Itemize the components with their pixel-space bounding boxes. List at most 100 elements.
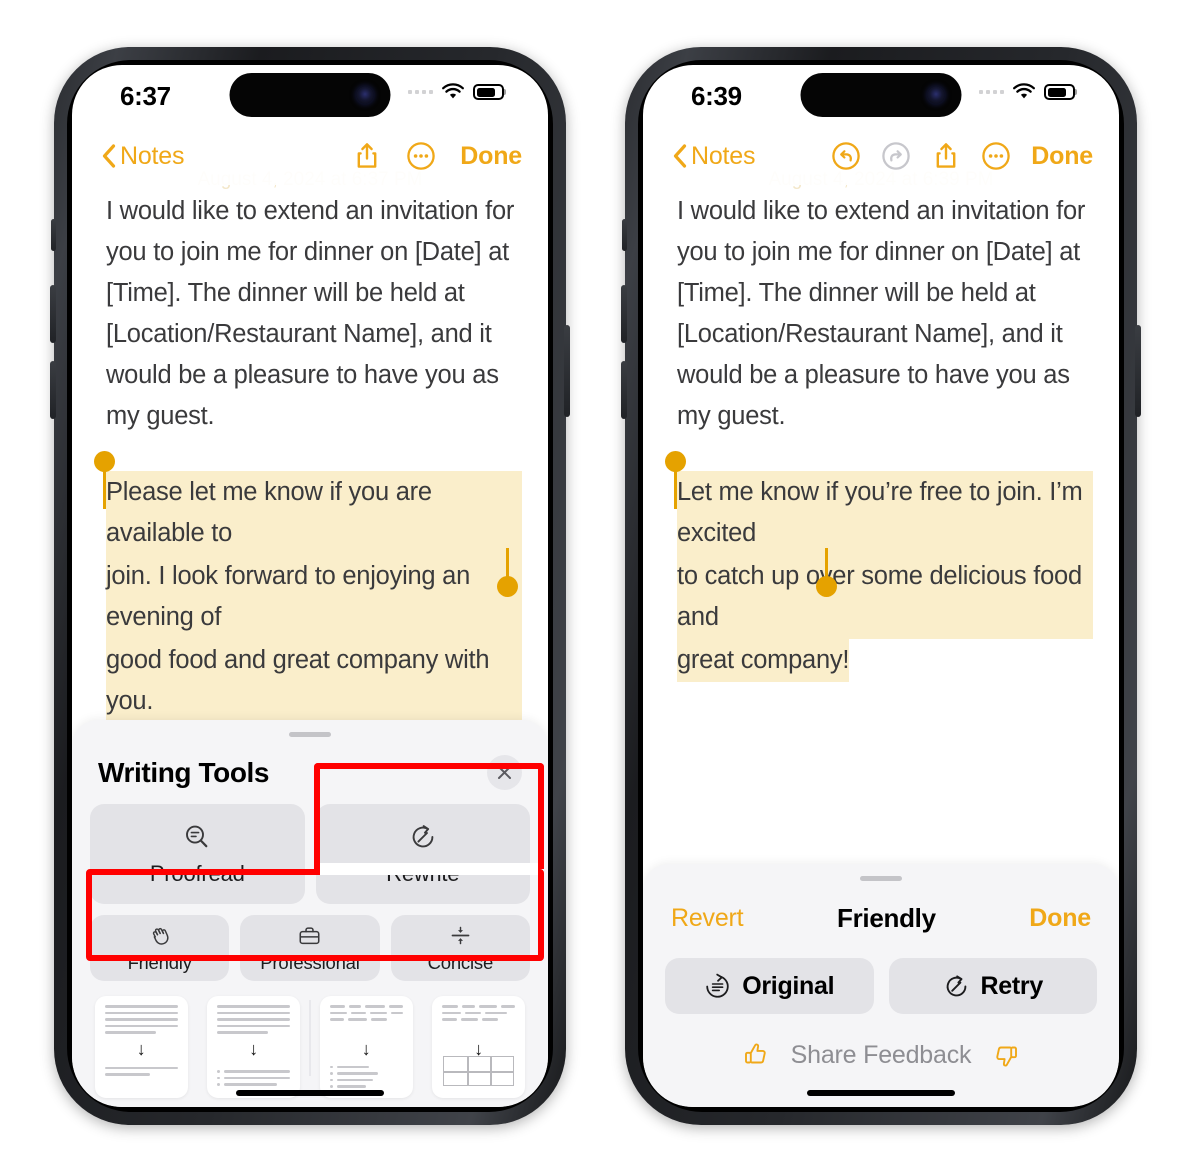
phone-left: 6:37 Notes Done I would like to extend a… (50, 47, 570, 1125)
done-button[interactable]: Done (460, 142, 522, 171)
volume-down-button[interactable] (621, 361, 627, 419)
briefcase-icon (299, 926, 320, 944)
original-button[interactable]: Original (665, 958, 874, 1014)
dynamic-island (800, 73, 962, 117)
navigation-bar: Notes Done (643, 127, 1119, 185)
professional-label: Professional (260, 951, 360, 973)
more-ellipsis-icon[interactable] (981, 141, 1011, 171)
note-body[interactable]: I would like to extend an invitation for… (94, 191, 522, 723)
result-sheet-header: Revert Friendly Done (643, 881, 1119, 934)
writing-tools-title: Writing Tools (98, 756, 270, 788)
thumbs-down-icon[interactable] (991, 1040, 1021, 1070)
share-feedback-label[interactable]: Share Feedback (791, 1041, 972, 1070)
table-card-button[interactable]: ↓ Table (426, 996, 533, 1107)
note-paragraph: I would like to extend an invitation for… (677, 197, 1086, 430)
phone-screen-left: 6:37 Notes Done I would like to extend a… (72, 65, 548, 1107)
key-points-card-icon: ↓ (207, 996, 301, 1098)
original-restore-icon (706, 973, 729, 998)
front-camera-icon (927, 86, 945, 104)
table-card-icon: ↓ (432, 996, 526, 1098)
done-button[interactable]: Done (1029, 904, 1091, 933)
tone-tools-row: Friendly Professional Concise (90, 915, 530, 981)
list-label: List (352, 1105, 381, 1107)
table-label: Table (457, 1105, 502, 1107)
arrow-down-icon: ↓ (361, 1039, 371, 1059)
home-indicator[interactable] (236, 1090, 384, 1096)
selected-text-block[interactable]: Please let me know if you are available … (94, 451, 522, 723)
front-camera-icon (356, 86, 374, 104)
cellular-dots-icon (408, 90, 433, 94)
silent-switch[interactable] (622, 219, 627, 251)
volume-up-button[interactable] (50, 285, 56, 343)
power-button[interactable] (1135, 325, 1141, 417)
back-to-notes-button[interactable]: Notes (673, 141, 756, 171)
concise-button[interactable]: Concise (390, 915, 530, 981)
result-sheet-title: Friendly (837, 903, 936, 933)
status-indicators (979, 83, 1075, 101)
proofread-button[interactable]: Proofread (90, 804, 305, 904)
undo-icon[interactable] (831, 141, 861, 171)
rewrite-clock-arrow-icon (412, 824, 434, 847)
status-bar: 6:39 (643, 65, 1119, 127)
back-to-notes-button[interactable]: Notes (102, 141, 185, 171)
key-points-label: Key Points (209, 1105, 298, 1107)
summary-card-button[interactable]: ↓ Summary (88, 996, 195, 1107)
thumbs-up-icon[interactable] (741, 1040, 771, 1070)
done-button[interactable]: Done (1031, 142, 1093, 171)
cards-divider (309, 1000, 311, 1076)
writing-tools-options: Proofread Rewrite (72, 790, 548, 981)
close-button[interactable] (487, 755, 522, 790)
status-time: 6:39 (691, 81, 742, 111)
dynamic-island (229, 73, 391, 117)
concise-label: Concise (427, 951, 494, 973)
selected-text-block[interactable]: Let me know if you’re free to join. I’m … (665, 451, 1093, 682)
note-paragraph: I would like to extend an invitation for… (106, 197, 515, 430)
revert-button[interactable]: Revert (671, 904, 744, 933)
magnifier-text-icon (186, 825, 208, 847)
volume-up-button[interactable] (621, 285, 627, 343)
home-indicator[interactable] (807, 1090, 955, 1096)
retry-label: Retry (980, 971, 1044, 1000)
chevron-left-icon (102, 144, 116, 168)
back-label: Notes (691, 141, 756, 170)
phone-screen-right: 6:39 Notes Done I would like to extend a… (643, 65, 1119, 1107)
summary-card-icon: ↓ (94, 996, 188, 1098)
note-body[interactable]: I would like to extend an invitation for… (665, 191, 1093, 682)
writing-tools-header: Writing Tools (72, 737, 548, 790)
wifi-icon (1013, 83, 1035, 99)
share-icon[interactable] (931, 141, 961, 171)
selected-line: Let me know if you’re free to join. I’m … (677, 471, 1093, 555)
list-card-icon: ↓ (319, 996, 413, 1098)
selected-line: to catch up over some delicious food and (677, 555, 1093, 639)
status-time: 6:37 (120, 81, 171, 111)
professional-button[interactable]: Professional (240, 915, 380, 981)
annotation-joint-mask (320, 863, 538, 875)
selected-line: join. I look forward to enjoying an even… (106, 555, 522, 639)
power-button[interactable] (564, 325, 570, 417)
arrow-down-icon: ↓ (136, 1039, 146, 1059)
battery-icon (473, 84, 504, 100)
rewrite-result-sheet: Revert Friendly Done Original Retry Shar… (643, 864, 1119, 1107)
arrow-down-icon: ↓ (249, 1039, 259, 1059)
writing-tools-sheet: Writing Tools Proofread Friendly Profess… (72, 720, 548, 1107)
waving-hand-icon (152, 927, 169, 945)
close-icon (498, 766, 511, 779)
selected-line: good food and great company with you. (106, 639, 522, 723)
friendly-button[interactable]: Friendly (90, 915, 230, 981)
summary-label: Summary (101, 1105, 181, 1107)
silent-switch[interactable] (51, 219, 56, 251)
status-indicators (408, 83, 504, 101)
more-ellipsis-icon[interactable] (406, 141, 436, 171)
proofread-label: Proofread (149, 860, 245, 886)
retry-clock-arrow-icon (946, 974, 966, 996)
share-icon[interactable] (352, 141, 382, 171)
back-label: Notes (120, 141, 185, 170)
retry-button[interactable]: Retry (888, 958, 1097, 1014)
navigation-bar: Notes Done (72, 127, 548, 185)
primary-tools-row: Proofread Rewrite (90, 804, 530, 904)
phone-right: 6:39 Notes Done I would like to extend a… (621, 47, 1141, 1125)
share-feedback-row: Share Feedback (643, 1014, 1119, 1070)
rewrite-button[interactable]: Rewrite (315, 804, 530, 904)
volume-down-button[interactable] (50, 361, 56, 419)
selected-line: Please let me know if you are available … (106, 471, 522, 555)
